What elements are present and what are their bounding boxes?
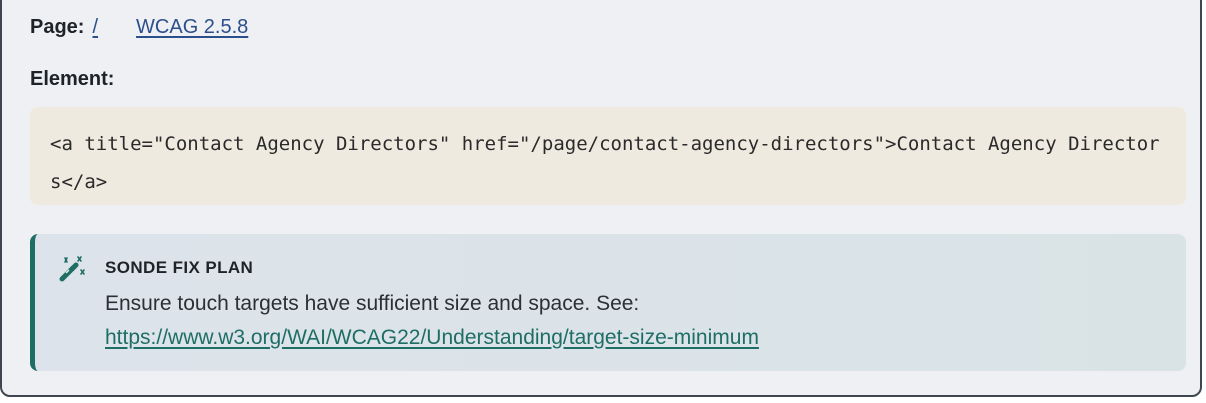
page-path-link[interactable]: / — [92, 12, 98, 42]
element-label: Element: — [30, 68, 115, 90]
fix-plan-description: Ensure touch targets have sufficient siz… — [105, 292, 640, 315]
issue-card: Page: / WCAG 2.5.8 Element: <a title="Co… — [0, 0, 1202, 397]
fix-plan-panel: SONDE FIX PLAN Ensure touch targets have… — [30, 234, 1186, 371]
element-code-snippet: <a title="Contact Agency Directors" href… — [30, 107, 1186, 205]
page-row: Page: / WCAG 2.5.8 — [30, 12, 248, 42]
fix-plan-reference-link[interactable]: https://www.w3.org/WAI/WCAG22/Understand… — [105, 322, 759, 354]
page-label: Page: — [30, 16, 85, 38]
magic-wand-icon — [59, 256, 85, 282]
fix-plan-title: SONDE FIX PLAN — [105, 258, 254, 277]
wcag-criterion-link[interactable]: WCAG 2.5.8 — [136, 12, 248, 42]
